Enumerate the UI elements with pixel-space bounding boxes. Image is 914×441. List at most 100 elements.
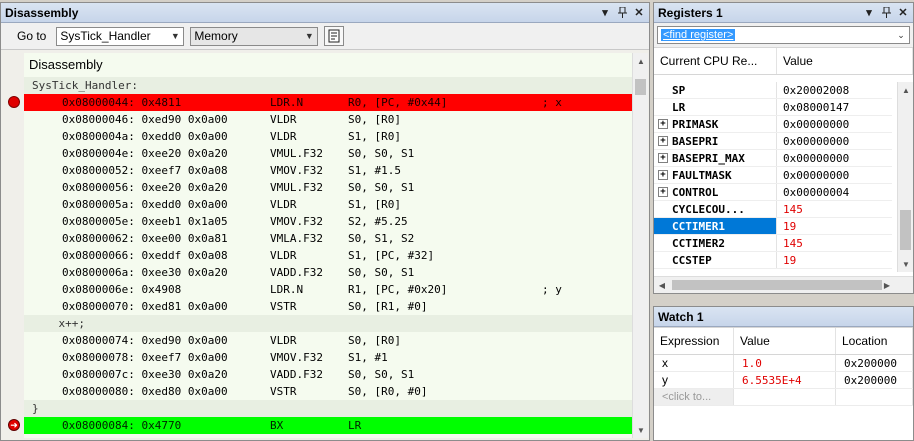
scroll-thumb[interactable] [900, 210, 911, 250]
breakpoint-icon[interactable] [8, 96, 20, 108]
register-value[interactable]: 0x20002008 [777, 82, 892, 98]
find-register-combo[interactable]: <find register> ⌄ [657, 26, 910, 44]
register-name: CYCLECOU... [672, 202, 745, 216]
register-value[interactable]: 0x00000000 [777, 150, 892, 166]
watch-row[interactable]: y 6.5535E+4 0x200000 [654, 372, 913, 389]
scroll-right-icon[interactable]: ▶ [879, 277, 895, 293]
instruction-operands: R0, [PC, #0x44] [348, 96, 448, 109]
instruction-line[interactable]: 0x0800006e: 0x4908 LDR.N R1, [PC, #0x20] ; … [24, 281, 632, 298]
instruction-line[interactable]: 0x0800006a: 0xee30 0x0a20 VADD.F32 S0, S0,… [24, 264, 632, 281]
disassembly-code[interactable]: Disassembly SysTick_Handler: 0x08000044: … [24, 53, 632, 438]
register-row[interactable]: LR 0x08000147 [654, 99, 892, 116]
instruction-address: 0x0800004e: 0xee20 0x0a20 [62, 147, 228, 160]
register-row[interactable]: CCTIMER2 145 [654, 235, 892, 252]
register-value[interactable]: 0x00000004 [777, 184, 892, 200]
register-value[interactable]: 0x00000000 [777, 133, 892, 149]
register-value[interactable]: 19 [777, 252, 892, 268]
register-value[interactable]: 0x00000000 [777, 116, 892, 132]
watch-value[interactable]: 6.5535E+4 [734, 372, 836, 388]
breakpoint-gutter[interactable]: ➜ [2, 53, 24, 438]
register-row[interactable]: + PRIMASK 0x00000000 [654, 116, 892, 133]
scroll-down-icon[interactable]: ▼ [633, 422, 649, 438]
col-register-value[interactable]: Value [777, 48, 913, 74]
close-icon[interactable]: ✕ [632, 6, 646, 20]
instruction-line[interactable]: 0x08000046: 0xed90 0x0a00 VLDR S0, [R0] [24, 111, 632, 128]
source-line[interactable]: SysTick_Handler: [24, 77, 632, 94]
register-row[interactable]: CCTIMER1 19 [654, 218, 892, 235]
instruction-line[interactable]: 0x08000070: 0xed81 0x0a00 VSTR S0, [R1, #0… [24, 298, 632, 315]
find-register-area: <find register> ⌄ [654, 23, 913, 47]
instruction-line[interactable]: 0x08000084: 0x4770 BX LR [24, 417, 632, 434]
instruction-opcode: VSTR [270, 300, 297, 313]
register-value[interactable]: 0x08000147 [777, 99, 892, 115]
register-row[interactable]: + CONTROL 0x00000004 [654, 184, 892, 201]
view-options-button[interactable] [324, 26, 345, 46]
instruction-line[interactable]: 0x08000080: 0xed80 0x0a00 VSTR S0, [R0, #0… [24, 383, 632, 400]
col-expression[interactable]: Expression [654, 328, 734, 354]
chevron-down-icon[interactable]: ▼ [167, 28, 183, 45]
scroll-up-icon[interactable]: ▲ [633, 53, 649, 69]
chevron-down-icon[interactable]: ▾ [862, 6, 876, 20]
instruction-line[interactable]: 0x0800004e: 0xee20 0x0a20 VMUL.F32 S0, S0,… [24, 145, 632, 162]
chevron-down-icon[interactable]: ▼ [301, 28, 317, 45]
scroll-thumb[interactable] [635, 79, 646, 95]
register-name: LR [672, 100, 686, 114]
scroll-left-icon[interactable]: ◀ [654, 277, 670, 293]
register-value[interactable]: 145 [777, 235, 892, 251]
instruction-line[interactable]: 0x08000052: 0xeef7 0x0a08 VMOV.F32 S1, #1.… [24, 162, 632, 179]
expand-icon[interactable]: + [658, 119, 668, 129]
col-register-name[interactable]: Current CPU Re... [654, 48, 777, 74]
watch-row[interactable]: x 1.0 0x200000 [654, 355, 913, 372]
instruction-line[interactable]: 0x08000056: 0xee20 0x0a20 VMUL.F32 S0, S0,… [24, 179, 632, 196]
expand-icon[interactable]: + [658, 153, 668, 163]
instruction-operands: S0, [R0, #0] [348, 385, 428, 398]
col-location[interactable]: Location [836, 328, 913, 354]
disassembly-title: Disassembly [5, 5, 79, 20]
instruction-line[interactable]: 0x0800005a: 0xedd0 0x0a00 VLDR S1, [R0] [24, 196, 632, 213]
register-row[interactable]: CYCLECOU... 145 [654, 201, 892, 218]
hscroll-thumb[interactable] [672, 280, 882, 290]
instruction-line[interactable]: 0x08000044: 0x4811 LDR.N R0, [PC, #0x44] ; … [24, 94, 632, 111]
source-line[interactable]: } [24, 400, 632, 417]
instruction-line[interactable]: 0x08000078: 0xeef7 0x0a00 VMOV.F32 S1, #1 [24, 349, 632, 366]
watch-value[interactable]: 1.0 [734, 355, 836, 371]
col-value[interactable]: Value [734, 328, 836, 354]
registers-scrollbar[interactable]: ▲ ▼ [897, 82, 913, 272]
expand-icon[interactable]: + [658, 187, 668, 197]
instruction-line[interactable]: 0x08000074: 0xed90 0x0a00 VLDR S0, [R0] [24, 332, 632, 349]
registers-title-bar: Registers 1 ▾ ✕ [654, 3, 913, 23]
pin-icon[interactable] [879, 6, 893, 20]
instruction-line[interactable]: 0x08000066: 0xeddf 0x0a08 VLDR S1, [PC, #3… [24, 247, 632, 264]
chevron-down-icon[interactable]: ▾ [598, 6, 612, 20]
register-row[interactable]: CCSTEP 19 [654, 252, 892, 269]
register-row[interactable]: SP 0x20002008 [654, 82, 892, 99]
close-icon[interactable]: ✕ [896, 6, 910, 20]
source-line[interactable]: x++; [24, 315, 632, 332]
register-value[interactable]: 145 [777, 201, 892, 217]
register-row[interactable]: + FAULTMASK 0x00000000 [654, 167, 892, 184]
instruction-opcode: VLDR [270, 249, 297, 262]
registers-hscrollbar[interactable]: ◀ ▶ [654, 276, 913, 293]
find-register-input[interactable]: <find register> [661, 29, 736, 41]
watch-add-row[interactable]: <click to... [654, 389, 913, 406]
pin-icon[interactable] [615, 6, 629, 20]
instruction-line[interactable]: 0x0800005e: 0xeeb1 0x1a05 VMOV.F32 S2, #5.… [24, 213, 632, 230]
register-row[interactable]: + BASEPRI_MAX 0x00000000 [654, 150, 892, 167]
scroll-up-icon[interactable]: ▲ [898, 82, 914, 98]
click-to-add[interactable]: <click to... [654, 389, 734, 405]
instruction-line[interactable]: 0x08000062: 0xee00 0x0a81 VMLA.F32 S0, S1,… [24, 230, 632, 247]
goto-combo[interactable]: SysTick_Handler ▼ [56, 26, 185, 46]
instruction-line[interactable]: 0x0800007c: 0xee30 0x0a20 VADD.F32 S0, S0,… [24, 366, 632, 383]
expand-icon[interactable]: + [658, 136, 668, 146]
chevron-down-icon[interactable]: ⌄ [893, 27, 909, 44]
current-pc-icon[interactable]: ➜ [8, 419, 20, 431]
disassembly-scrollbar[interactable]: ▲ ▼ [632, 53, 648, 438]
expand-icon[interactable]: + [658, 170, 668, 180]
instruction-line[interactable]: 0x0800004a: 0xedd0 0x0a00 VLDR S1, [R0] [24, 128, 632, 145]
scroll-down-icon[interactable]: ▼ [898, 256, 914, 272]
register-value[interactable]: 19 [777, 218, 892, 234]
register-value[interactable]: 0x00000000 [777, 167, 892, 183]
register-row[interactable]: + BASEPRI 0x00000000 [654, 133, 892, 150]
watch-title-bar: Watch 1 [654, 307, 913, 327]
memory-combo[interactable]: Memory ▼ [190, 26, 319, 46]
